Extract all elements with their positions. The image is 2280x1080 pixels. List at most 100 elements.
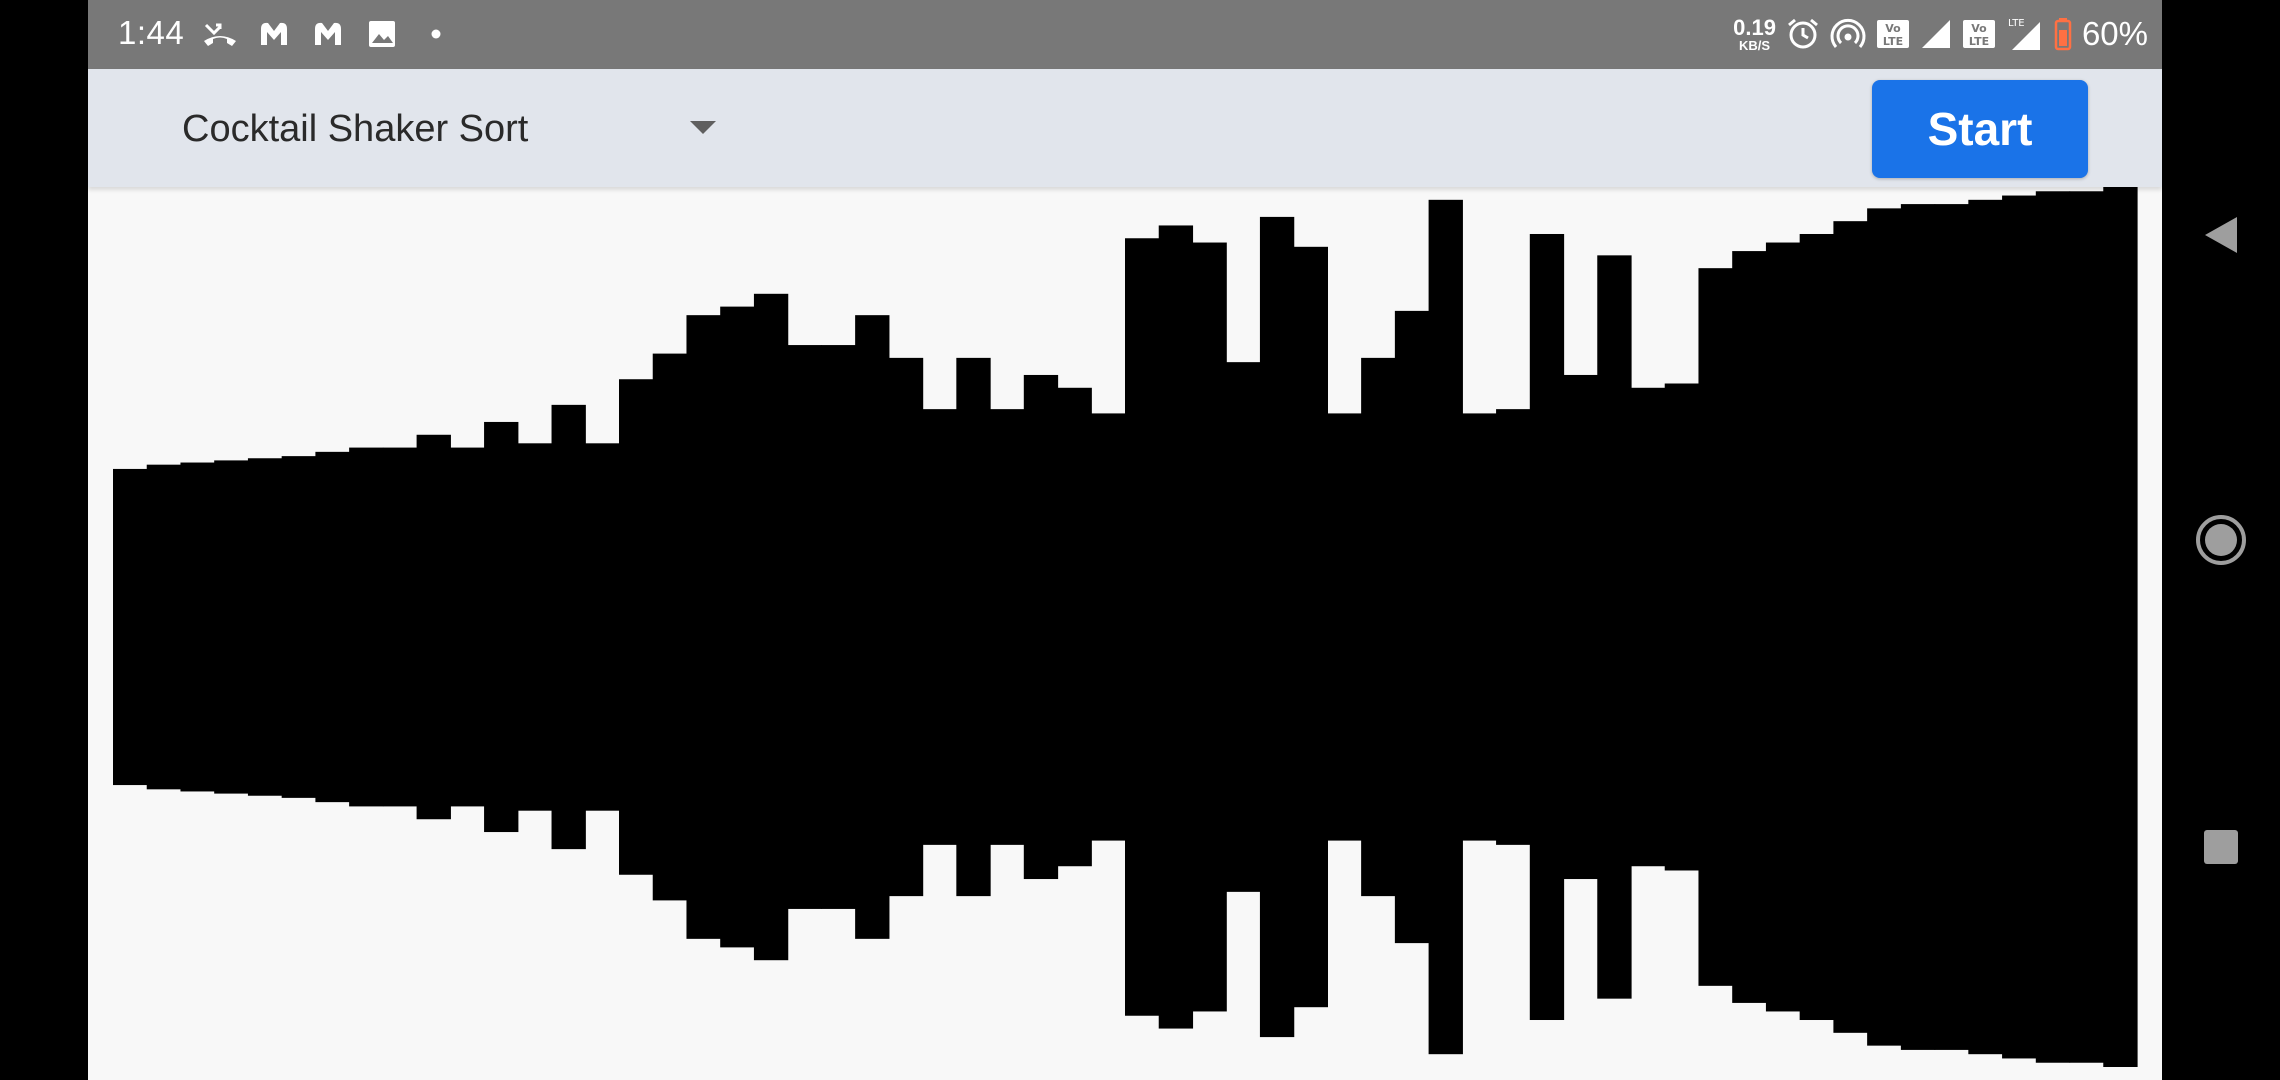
sort-bar (1394, 310, 1430, 944)
battery-percent: 60% (2081, 15, 2148, 52)
sort-bar (2103, 187, 2138, 1067)
sort-bar (1968, 199, 2003, 1055)
net-speed-unit: KB/S (1738, 37, 1771, 53)
sort-bar (585, 443, 620, 811)
volte-icon: Vo LTE (1876, 14, 1910, 54)
sort-bar (2035, 191, 2071, 1063)
sort-bar (146, 464, 182, 790)
system-nav-bar (2162, 0, 2280, 1080)
sort-bar (1529, 233, 1565, 1021)
sort-bar (315, 451, 350, 803)
sort-bar (787, 345, 822, 909)
sort-bar (922, 409, 957, 845)
back-icon (2205, 217, 2237, 253)
image-icon (362, 14, 402, 54)
toolbar: Cocktail Shaker Sort Start (88, 69, 2162, 187)
sort-bar (349, 447, 384, 807)
sort-bar (1934, 204, 1969, 1050)
sort-bar (652, 353, 688, 901)
sort-bar (551, 404, 586, 850)
sort-bar (2069, 191, 2104, 1063)
sort-bar (753, 293, 789, 961)
notification-icons (200, 14, 456, 54)
net-speed: 0.19 KB/S (1733, 14, 1776, 53)
home-button[interactable] (2162, 495, 2280, 585)
sort-bar (1327, 413, 1362, 841)
lte-signal-icon: LTE (2006, 14, 2044, 54)
sort-bar (1125, 238, 1160, 1016)
sort-bar (382, 447, 418, 807)
svg-text:LTE: LTE (1969, 35, 1989, 48)
status-time: 1:44 (118, 14, 185, 51)
bars-canvas (113, 187, 2138, 1067)
sort-bar (1192, 242, 1227, 1012)
sort-bar (855, 315, 890, 939)
net-speed-value: 0.19 (1733, 14, 1776, 40)
sort-bar (1361, 357, 1396, 897)
sort-bar (247, 458, 283, 796)
volte-icon: Vo LTE (1962, 14, 1996, 54)
algorithm-selected-label: Cocktail Shaker Sort (182, 107, 529, 150)
sort-bar (1293, 246, 1328, 1008)
status-bar: 1:44 0.19 KB/S Vo LTE Vo LTE LTE 60% (88, 0, 2162, 69)
malwarebytes-icon (308, 14, 348, 54)
algorithm-dropdown[interactable]: Cocktail Shaker Sort (182, 101, 722, 157)
sort-bar (686, 315, 721, 939)
sort-bar (1226, 362, 1261, 892)
sort-bar (1428, 199, 1463, 1055)
sort-bar (1631, 387, 1666, 867)
signal-icon (1920, 14, 1952, 54)
sort-bar (1664, 383, 1700, 871)
sort-bar (1091, 413, 1126, 841)
sort-bar (416, 434, 451, 820)
sort-bar (956, 357, 991, 897)
sort-bar (720, 306, 755, 948)
recents-icon (2204, 830, 2238, 864)
sort-bar (1597, 255, 1632, 999)
sort-bar (450, 447, 485, 807)
svg-text:LTE: LTE (2008, 18, 2025, 29)
sort-bar (1765, 242, 1801, 1012)
svg-text:LTE: LTE (1883, 35, 1903, 48)
sort-bar (517, 443, 553, 811)
sort-bar (1563, 374, 1598, 880)
sort-bar (1023, 374, 1059, 880)
sort-bar (1732, 251, 1767, 1003)
hotspot-icon (1830, 14, 1866, 54)
svg-text:Vo: Vo (1885, 22, 1901, 35)
start-button[interactable]: Start (1872, 80, 2088, 178)
malwarebytes-icon (254, 14, 294, 54)
alarm-icon (1786, 14, 1820, 54)
sort-bar (1158, 225, 1194, 1029)
sort-bar (281, 456, 316, 798)
sort-bar (214, 460, 249, 794)
svg-text:Vo: Vo (1971, 22, 1987, 35)
sort-bar (888, 357, 924, 897)
sort-bar (990, 409, 1025, 845)
sort-bar (1057, 387, 1092, 867)
sort-bar (113, 468, 148, 786)
battery-icon (2054, 14, 2072, 54)
missed-call-icon (200, 14, 240, 54)
back-button[interactable] (2162, 190, 2280, 280)
sort-visualization (88, 187, 2162, 1080)
sort-bar (1462, 413, 1497, 841)
sort-bar (2002, 195, 2037, 1059)
sort-bar (1698, 268, 1733, 986)
dropdown-arrow-icon (690, 121, 716, 134)
sort-bar (1496, 409, 1531, 845)
dot-icon (416, 14, 456, 54)
sort-bar (619, 379, 654, 875)
sort-bar (1259, 216, 1295, 1038)
recents-button[interactable] (2162, 802, 2280, 892)
sort-bar (1833, 221, 1868, 1033)
app-screen: 1:44 0.19 KB/S Vo LTE Vo LTE LTE 60% Coc… (88, 0, 2162, 1080)
sort-bar (821, 345, 856, 909)
home-icon (2196, 515, 2246, 565)
sort-bar (484, 421, 519, 833)
sort-bar (1900, 204, 1936, 1050)
sort-bar (180, 462, 215, 792)
sort-bar (1799, 233, 1834, 1021)
status-right-icons: 0.19 KB/S Vo LTE Vo LTE LTE 60% (1733, 10, 2148, 58)
sort-bar (1867, 208, 1902, 1046)
